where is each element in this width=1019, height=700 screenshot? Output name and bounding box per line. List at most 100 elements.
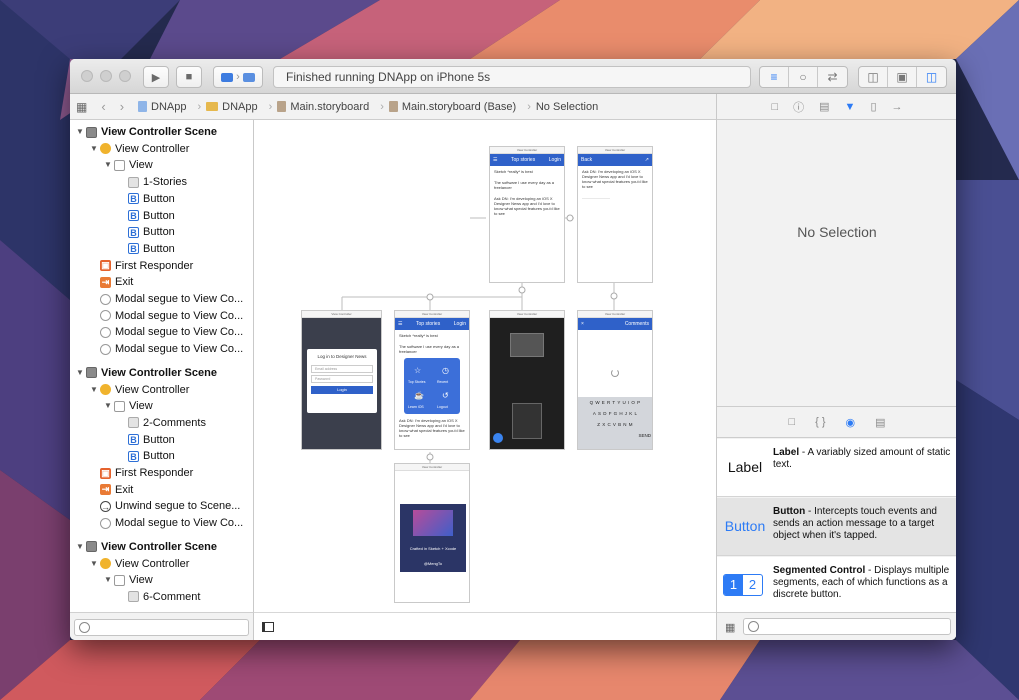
menu-scene[interactable]: View Controller ☰ Top stories Login Sketch…: [394, 310, 470, 450]
attributes-inspector-icon[interactable]: ▼: [845, 101, 856, 113]
identity-inspector-icon[interactable]: ▤: [819, 100, 829, 113]
assistant-editor-icon[interactable]: ○: [789, 67, 818, 87]
media-library-icon[interactable]: ▤: [875, 416, 885, 429]
outline-row-label: Button: [143, 450, 175, 463]
outline-row[interactable]: ▣ First Responder: [90, 465, 193, 481]
menu-icon: ☰: [493, 157, 498, 163]
article-scene[interactable]: View Controller Back ↗ Ask DN: I'm develo…: [577, 146, 653, 283]
jumpbar-item-group[interactable]: DNApp: [206, 101, 258, 113]
connections-inspector-icon[interactable]: →: [892, 101, 903, 113]
outline-row[interactable]: ▼ View Controller Scene: [76, 365, 217, 381]
standard-editor-icon[interactable]: ≡: [760, 67, 789, 87]
minimize-window-button[interactable]: [100, 70, 112, 82]
outline-row[interactable]: 6-Comment: [118, 589, 200, 605]
button-icon: B: [128, 243, 139, 255]
outline-row[interactable]: ▼ View: [104, 398, 153, 414]
utilities-toggle-icon[interactable]: ◫: [917, 67, 946, 87]
outline-row[interactable]: ▼ View: [104, 157, 153, 173]
nav-bar: × Comments: [578, 318, 652, 330]
jumpbar-item-storyboard-base[interactable]: Main.storyboard (Base): [388, 101, 516, 113]
outline-row[interactable]: ▼ View Controller Scene: [76, 539, 217, 555]
segue-icon: [100, 343, 111, 355]
library-item-segmented-control[interactable]: 1 2 Segmented Control - Displays multipl…: [717, 557, 956, 615]
disclosure-triangle-icon: ▼: [90, 384, 98, 394]
activity-status: Finished running DNApp on iPhone 5s: [273, 66, 751, 88]
jumpbar-item-project[interactable]: DNApp: [138, 101, 187, 113]
learn-scene[interactable]: View Controller: [489, 310, 565, 450]
outline-toggle-icon[interactable]: [262, 622, 274, 632]
library-item-desc: - A variably sized amount of static text…: [773, 447, 951, 470]
code-snippet-library-icon[interactable]: { }: [815, 416, 825, 428]
run-button[interactable]: ▶: [143, 66, 169, 88]
segue-icon: [100, 326, 111, 338]
storyboard-canvas[interactable]: View Controller ☰ Top stories Login Sketch…: [254, 120, 716, 612]
story-item: Ask DN: I'm developing an iOS X Designer…: [399, 418, 465, 438]
segue-icon: [100, 310, 111, 322]
login-scene[interactable]: View Controller Log in to Designer News …: [301, 310, 382, 450]
outline-row[interactable]: B Button: [118, 208, 175, 224]
story-item: Ask DN: I'm developing an iOS X Designer…: [582, 169, 648, 189]
outline-row[interactable]: B Button: [118, 191, 175, 207]
outline-row[interactable]: ▼ View: [104, 572, 153, 588]
outline-row[interactable]: ▣ First Responder: [90, 258, 193, 274]
disclosure-triangle-icon: ▼: [104, 401, 112, 411]
outline-row[interactable]: 2-Comments: [118, 415, 206, 431]
size-inspector-icon[interactable]: ▯: [870, 100, 876, 113]
grid-view-icon[interactable]: ▦: [725, 621, 735, 634]
top-stories-scene[interactable]: View Controller ☰ Top stories Login Sketch…: [489, 146, 565, 283]
outline-row[interactable]: ▼ View Controller Scene: [76, 124, 217, 140]
outline-row[interactable]: B Button: [118, 241, 175, 257]
stop-button[interactable]: ■: [176, 66, 202, 88]
outline-row[interactable]: B Button: [118, 432, 175, 448]
outline-row-label: Button: [143, 242, 175, 255]
editor-mode-control[interactable]: ≡ ○ ⇄: [759, 66, 848, 88]
object-library-icon[interactable]: ◉: [846, 416, 856, 429]
credits-scene[interactable]: View Controller Crafted in Sketch + Xcod…: [394, 463, 470, 603]
outline-row[interactable]: → Unwind segue to Scene...: [90, 498, 240, 514]
library-tabs: □ { } ◉ ▤: [717, 406, 956, 438]
outline-row-label: Button: [143, 226, 175, 239]
outline-row[interactable]: ▼ View Controller: [90, 141, 189, 157]
navigator-toggle-icon[interactable]: ◫: [859, 67, 888, 87]
device-icon: [242, 72, 255, 82]
disclosure-triangle-icon: ▼: [90, 558, 98, 568]
outline-row[interactable]: Modal segue to View Co...: [90, 324, 243, 340]
comments-scene[interactable]: View Controller × Comments QWERTYUIOP ASD…: [577, 310, 653, 450]
outline-row[interactable]: Modal segue to View Co...: [90, 291, 243, 307]
library-item-label[interactable]: Label Label - A variably sized amount of…: [717, 439, 956, 497]
outline-row[interactable]: Modal segue to View Co...: [90, 308, 243, 324]
outline-row[interactable]: ⇥ Exit: [90, 274, 133, 290]
debug-area-toggle-icon[interactable]: ▣: [888, 67, 917, 87]
library-item-button[interactable]: Button Button - Intercepts touch events …: [717, 498, 956, 556]
loading-spinner: [611, 369, 619, 377]
outline-row[interactable]: Modal segue to View Co...: [90, 341, 243, 357]
back-arrow-icon[interactable]: ‹: [101, 99, 105, 114]
outline-row[interactable]: B Button: [118, 448, 175, 464]
jumpbar-item-selection[interactable]: No Selection: [536, 101, 598, 113]
scheme-selector[interactable]: ›: [213, 66, 263, 88]
quick-help-icon[interactable]: ⓘ: [793, 99, 804, 115]
password-field: Password: [311, 375, 373, 383]
disclosure-triangle-icon: ▼: [104, 160, 112, 170]
view-icon: [114, 159, 125, 171]
related-items-icon[interactable]: ▦: [76, 100, 87, 114]
outline-row-label: Button: [143, 209, 175, 222]
outline-row[interactable]: ▼ View Controller: [90, 382, 189, 398]
outline-row[interactable]: 1-Stories: [118, 174, 187, 190]
close-window-button[interactable]: [81, 70, 93, 82]
zoom-window-button[interactable]: [119, 70, 131, 82]
outline-row[interactable]: B Button: [118, 224, 175, 240]
forward-arrow-icon[interactable]: ›: [120, 99, 124, 114]
file-template-library-icon[interactable]: □: [788, 416, 795, 428]
outline-row-label: First Responder: [115, 467, 194, 479]
view-toggle-control[interactable]: ◫ ▣ ◫: [858, 66, 947, 88]
version-editor-icon[interactable]: ⇄: [818, 67, 847, 87]
file-inspector-icon[interactable]: □: [771, 101, 778, 113]
outline-row[interactable]: ▼ View Controller: [90, 556, 189, 572]
utilities-area: □ ⓘ ▤ ▼ ▯ → No Selection □ { } ◉ ▤ Label…: [716, 94, 956, 640]
outline-filter-input[interactable]: [74, 619, 249, 636]
library-filter-input[interactable]: [743, 618, 951, 635]
jumpbar-item-storyboard[interactable]: Main.storyboard: [277, 101, 369, 113]
outline-row[interactable]: ⇥ Exit: [90, 482, 133, 498]
outline-row[interactable]: Modal segue to View Co...: [90, 515, 243, 531]
